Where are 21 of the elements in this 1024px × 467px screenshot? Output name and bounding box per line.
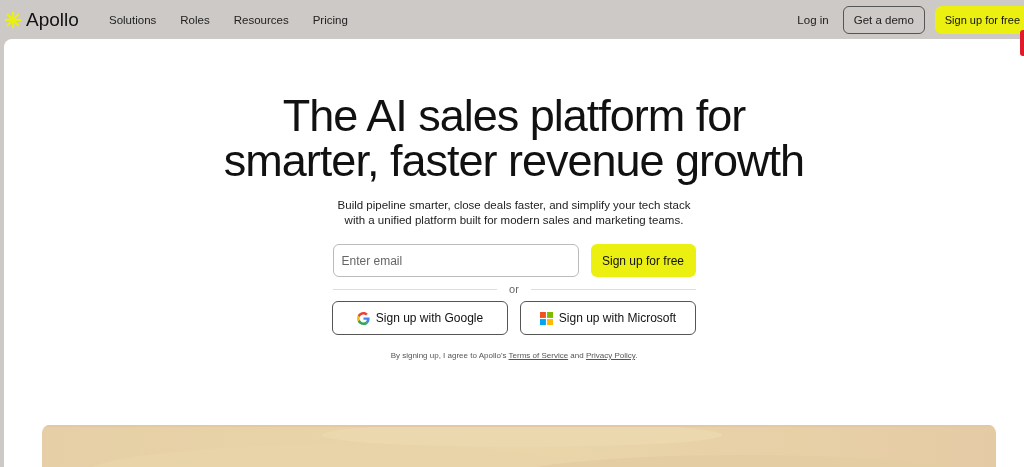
email-field[interactable]: Enter email <box>332 244 579 277</box>
terms-link[interactable]: Terms of Service <box>508 351 569 360</box>
logo-icon <box>4 10 22 29</box>
nav-link[interactable]: Solutions <box>109 13 157 26</box>
side-tab[interactable] <box>1020 30 1024 56</box>
microsoft-icon <box>539 311 553 325</box>
headline: The AI sales platform for smarter, faster revenue growth <box>223 93 805 183</box>
legal-text: By signing up, I agree to Apollo's Terms of Service and Privacy Policy. <box>390 351 638 360</box>
signup-button[interactable]: Sign up for free <box>934 5 1024 34</box>
microsoft-signup-button[interactable]: Sign up with Microsoft <box>520 301 696 335</box>
google-signup-button[interactable]: Sign up with Google <box>332 301 508 335</box>
google-icon <box>356 311 370 325</box>
login-link[interactable]: Log in <box>797 13 829 26</box>
nav-link[interactable]: Pricing <box>312 13 348 26</box>
demo-button[interactable]: Get a demo <box>842 5 925 34</box>
subtitle: Build pipeline smarter, close deals faster, and simplify your tech stack with a unified platform built for modern sales and marketing teams. <box>337 198 691 228</box>
brand-name[interactable]: Apollo <box>26 8 79 31</box>
nav-link[interactable]: Resources <box>233 13 289 26</box>
signup-button[interactable]: Sign up for free <box>590 244 696 277</box>
nav-link[interactable]: Roles <box>180 13 210 26</box>
divider-text: or <box>509 283 519 295</box>
